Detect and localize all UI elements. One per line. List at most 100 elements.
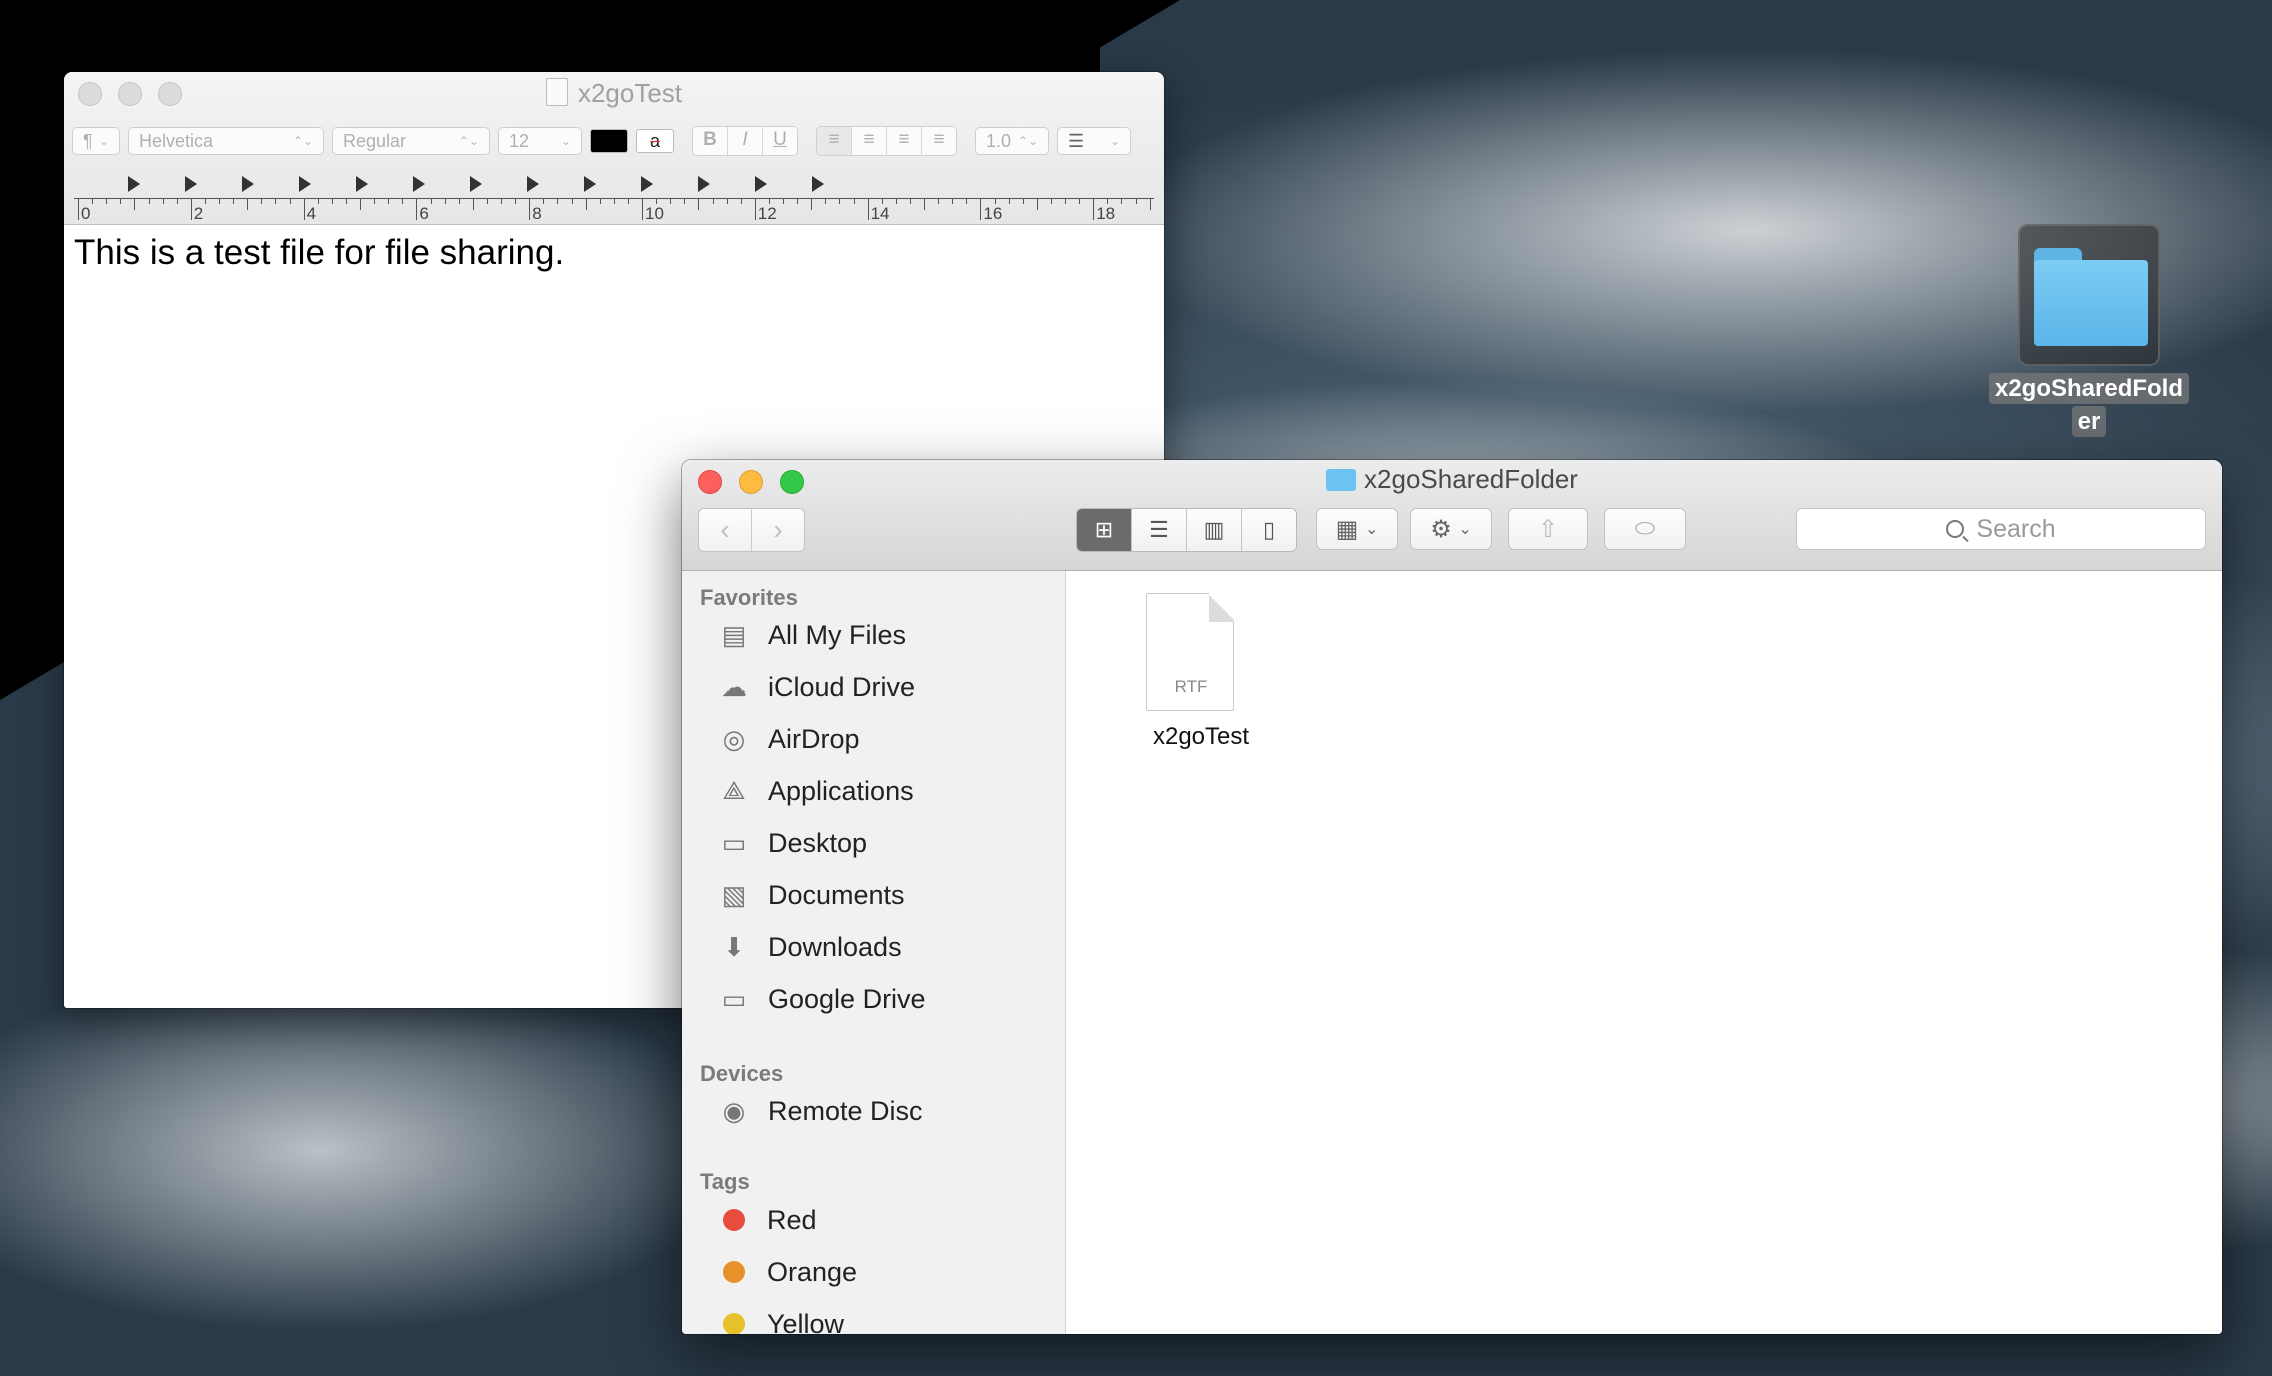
align-right-icon[interactable]: ≡ [887, 127, 922, 155]
ruler-minor-tick [994, 198, 996, 204]
icon-view-icon[interactable]: ⊞ [1077, 509, 1132, 551]
downloads-icon: ⬇ [723, 931, 745, 962]
forward-chevron-icon[interactable]: › [752, 509, 804, 551]
sidebar-item-remote-disc[interactable]: ◉ Remote Disc [716, 1091, 923, 1131]
underline-button[interactable]: U [763, 127, 797, 155]
sidebar-item-label: Remote Disc [768, 1095, 923, 1126]
tab-stop-marker[interactable] [698, 176, 710, 192]
back-chevron-icon[interactable]: ‹ [699, 509, 752, 551]
sidebar-item-label: Orange [767, 1256, 858, 1287]
ruler-minor-tick [430, 198, 432, 204]
tab-stop-marker[interactable] [755, 176, 767, 192]
font-family-popup[interactable]: Helvetica ⌃⌄ [128, 127, 324, 155]
share-button[interactable]: ⇧ [1508, 508, 1588, 550]
ruler-minor-tick [331, 198, 333, 204]
background-color-well[interactable]: a [636, 129, 674, 153]
finder-window: x2goSharedFolder ‹ › ⊞ ☰ ▥ ▯ ▦ ⌄ ⚙ ⌄ ⇧ ⬭… [682, 460, 2222, 1334]
sidebar-item-icloud-drive[interactable]: ☁ iCloud Drive [716, 667, 915, 707]
font-size-combo[interactable]: 12 ⌄ [498, 127, 582, 155]
sidebar-item-google-drive[interactable]: ▭ Google Drive [716, 979, 926, 1019]
tab-stop-marker[interactable] [242, 176, 254, 192]
document-text[interactable]: This is a test file for file sharing. [64, 225, 1164, 281]
ruler-minor-tick [219, 198, 220, 204]
list-bullets-popup[interactable]: ☰ ⌄ [1057, 127, 1131, 155]
ruler-minor-tick [853, 198, 855, 204]
ruler-minor-tick [134, 198, 136, 210]
align-justify-icon[interactable]: ≡ [922, 127, 956, 155]
align-left-icon[interactable]: ≡ [817, 127, 852, 155]
sidebar-item-downloads[interactable]: ⬇ Downloads [716, 927, 902, 967]
file-name[interactable]: x2goTest [1126, 723, 1276, 751]
action-button[interactable]: ⚙ ⌄ [1410, 508, 1492, 550]
search-icon [1946, 520, 1965, 538]
list-view-icon[interactable]: ☰ [1132, 509, 1187, 551]
tab-stop-marker[interactable] [185, 176, 197, 192]
ruler-minor-tick [557, 198, 559, 204]
sidebar-item-orange[interactable]: Orange [716, 1252, 857, 1292]
tab-stop-marker[interactable] [527, 176, 539, 192]
sidebar-item-red[interactable]: Red [716, 1200, 817, 1240]
tab-stop-marker[interactable] [356, 176, 368, 192]
sidebar-item-documents[interactable]: ▧ Documents [716, 875, 905, 915]
arrange-grid-icon: ▦ [1335, 515, 1359, 543]
ruler-minor-tick [388, 198, 390, 204]
ruler-major-tick [754, 198, 756, 220]
tab-stop-marker[interactable] [641, 176, 653, 192]
align-center-icon[interactable]: ≡ [852, 127, 887, 155]
sidebar-item-applications[interactable]: ⟁ Applications [716, 771, 913, 811]
sidebar-item-yellow[interactable]: Yellow [716, 1304, 844, 1334]
ruler-major-tick [1093, 198, 1095, 220]
ruler-number: 0 [81, 204, 91, 223]
sidebar-item-all-my-files[interactable]: ▤ All My Files [716, 615, 906, 655]
tab-stop-marker[interactable] [470, 176, 482, 192]
ruler-minor-tick [811, 198, 813, 210]
ruler-major-tick [190, 198, 192, 220]
sidebar-item-airdrop[interactable]: ◎ AirDrop [716, 719, 860, 759]
documents-icon: ▧ [721, 879, 747, 910]
tags-button[interactable]: ⬭ [1604, 508, 1686, 550]
sidebar-item-label: Downloads [768, 931, 902, 962]
column-view-icon[interactable]: ▥ [1187, 509, 1242, 551]
ruler-number: 10 [645, 204, 664, 223]
ruler[interactable]: 0 2 4 6 8 10 12 14 16 18 [64, 172, 1164, 224]
tab-stop-marker[interactable] [299, 176, 311, 192]
file-type-badge: RTF [1174, 677, 1208, 696]
airdrop-icon: ◎ [722, 723, 746, 754]
tab-stop-marker[interactable] [584, 176, 596, 192]
ruler-minor-tick [1135, 198, 1137, 204]
sidebar-item-label: Documents [768, 879, 905, 910]
ruler-minor-tick [952, 198, 954, 204]
ruler-minor-tick [472, 198, 474, 210]
desktop-folder-icon[interactable] [2018, 224, 2160, 366]
back-forward-buttons: ‹ › [698, 508, 805, 552]
text-color-well[interactable] [590, 129, 628, 153]
ruler-minor-tick [1008, 198, 1010, 204]
ruler-minor-tick [585, 198, 587, 210]
tab-stop-marker[interactable] [413, 176, 425, 192]
paragraph-style-popup[interactable]: ¶ ⌄ [72, 127, 120, 155]
file-icon[interactable]: RTF [1146, 593, 1236, 715]
desktop-icon: ▭ [721, 827, 747, 858]
arrange-button[interactable]: ▦ ⌄ [1316, 508, 1398, 550]
ruler-major-tick [303, 198, 305, 220]
ruler-minor-tick [966, 198, 968, 204]
tag-icon: ⬭ [1634, 515, 1656, 542]
desktop-folder-label[interactable]: x2goSharedFold er [1982, 372, 2196, 438]
finder-content[interactable]: RTF x2goTest [1066, 571, 2222, 1334]
italic-button[interactable]: I [728, 127, 763, 155]
typeface-popup[interactable]: Regular ⌃⌄ [332, 127, 490, 155]
tab-stop-marker[interactable] [128, 176, 140, 192]
ruler-major-tick [642, 198, 643, 220]
sidebar-header-devices: Devices [700, 1061, 784, 1086]
bold-button[interactable]: B [693, 127, 728, 155]
ruler-minor-tick [247, 198, 249, 210]
ruler-minor-tick [712, 198, 714, 204]
tab-stop-marker[interactable] [812, 176, 824, 192]
line-spacing-popup[interactable]: 1.0 ⌃⌄ [975, 127, 1049, 155]
ruler-number: 18 [1096, 204, 1116, 223]
search-field[interactable]: Search [1796, 508, 2206, 550]
window-title: x2goSharedFolder [682, 464, 2222, 495]
sidebar-item-desktop[interactable]: ▭ Desktop [716, 823, 867, 863]
cover-flow-icon[interactable]: ▯ [1242, 509, 1296, 551]
tag-color-dot [723, 1209, 745, 1231]
